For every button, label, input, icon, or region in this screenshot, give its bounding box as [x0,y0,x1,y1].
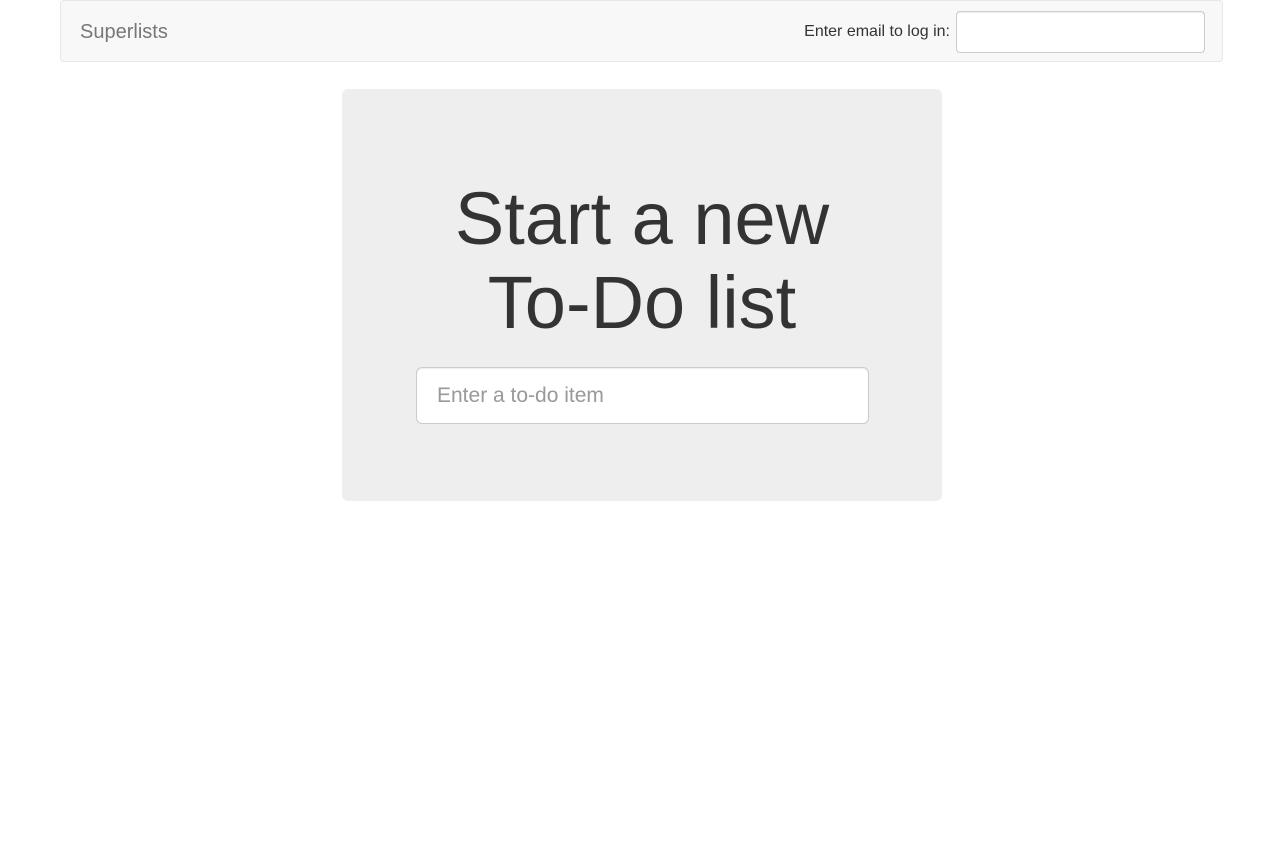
login-label: Enter email to log in: [804,23,950,40]
page-title-line-1: Start a new [454,177,830,260]
email-input[interactable] [956,11,1205,53]
navbar: Superlists Enter email to log in: [60,0,1223,62]
brand-link[interactable]: Superlists [80,18,168,46]
page-title-line-2: To-Do list [487,261,797,344]
jumbotron: Start a new To-Do list [342,89,942,501]
todo-item-input[interactable] [416,367,869,424]
page-title: Start a new To-Do list [342,177,942,345]
